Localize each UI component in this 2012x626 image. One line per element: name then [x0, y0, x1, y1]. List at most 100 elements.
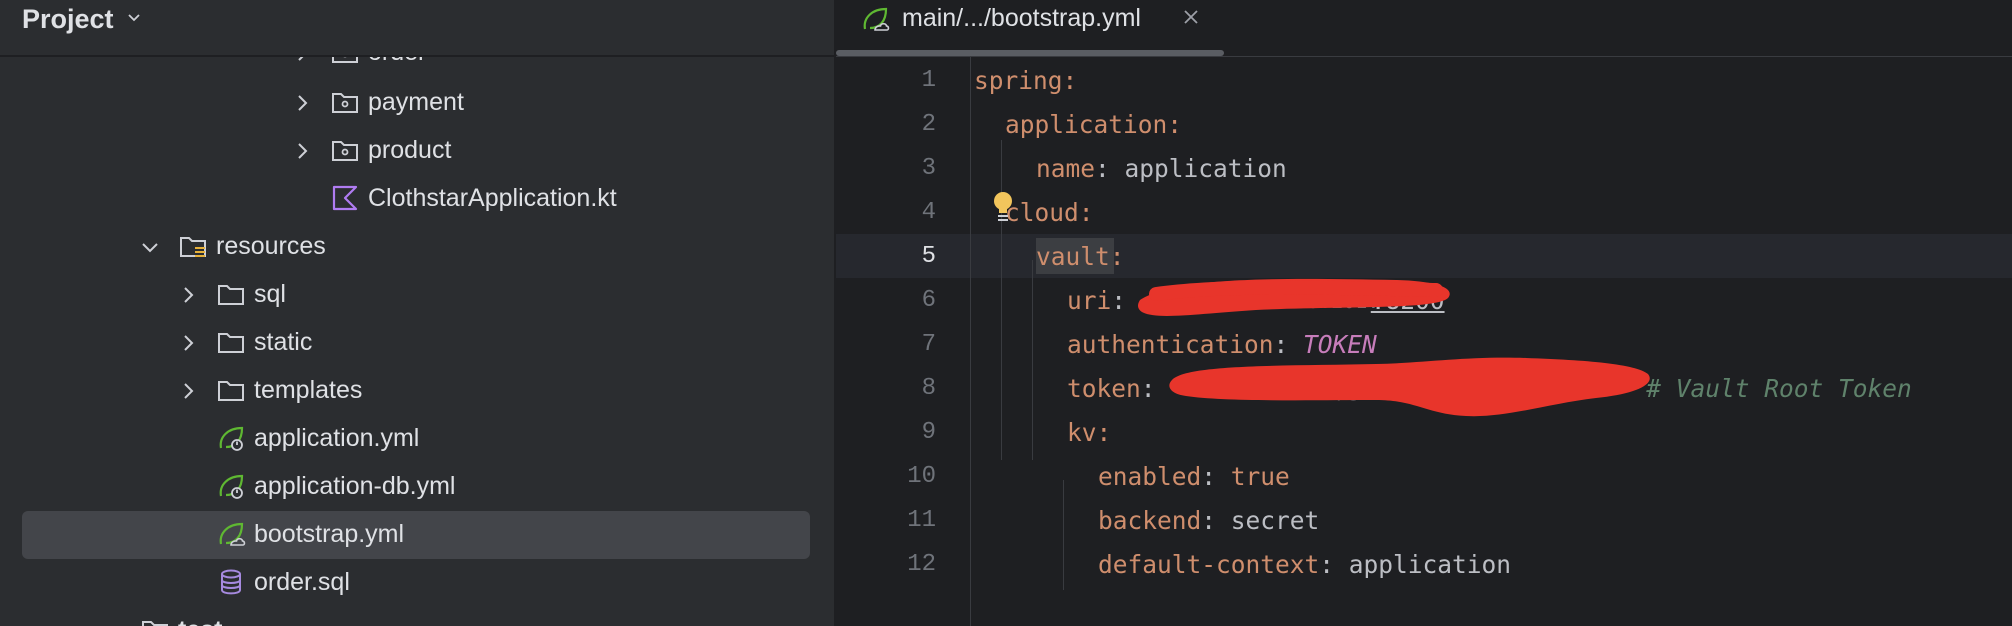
chevron-right-icon[interactable]	[178, 381, 198, 401]
chevron-down-icon[interactable]	[140, 237, 160, 257]
code-line: name: application	[1036, 149, 1287, 189]
tree-item-order-sql[interactable]: order.sql	[22, 559, 810, 607]
line-number: 10	[907, 463, 936, 490]
spring-cloud-yml-icon	[219, 522, 246, 546]
code-line: spring:	[974, 61, 1077, 101]
indent-guide	[1063, 480, 1064, 590]
line-number: 5	[921, 243, 936, 270]
tree-row-clip: order	[0, 57, 834, 80]
tree-item-product[interactable]: product	[22, 127, 810, 175]
code-line: application:	[1005, 105, 1182, 145]
yaml-key: kv	[1067, 418, 1097, 447]
yaml-key: default-context	[1098, 550, 1320, 579]
chevron-down-icon[interactable]	[126, 10, 142, 26]
yaml-colon: :	[1078, 198, 1094, 227]
code-line: default-context: application	[1098, 545, 1511, 585]
line-number: 1	[921, 67, 936, 94]
indent-guide	[1032, 260, 1033, 460]
yaml-colon: :	[1319, 550, 1349, 579]
spring-boot-yml-icon	[219, 474, 244, 499]
folder-icon	[218, 381, 244, 401]
database-file-icon	[221, 569, 241, 595]
tree-item-bootstrap-yml[interactable]: bootstrap.yml	[22, 511, 810, 559]
tree-item-application-db-yml[interactable]: application-db.yml	[22, 463, 810, 511]
yaml-key: backend	[1098, 506, 1202, 535]
tree-item-clothstar-application[interactable]: ClothstarApplication.kt	[22, 175, 810, 223]
yaml-key: uri	[1067, 286, 1112, 315]
tree-item-label: order	[368, 57, 426, 69]
redaction-mark	[1169, 357, 1650, 417]
tree-item-label: application-db.yml	[254, 472, 456, 500]
gutter-separator	[970, 57, 971, 626]
tab-scrollbar[interactable]	[836, 50, 1224, 56]
tree-item-label: bootstrap.yml	[254, 520, 405, 548]
line-number: 9	[921, 419, 936, 446]
yaml-key: name	[1036, 154, 1096, 183]
yaml-colon: :	[1062, 66, 1078, 95]
yaml-colon: :	[1201, 462, 1231, 491]
redaction-mark	[1138, 278, 1450, 316]
project-panel: order payment product ClothstarApplicati…	[0, 0, 834, 626]
package-folder-icon	[332, 141, 358, 161]
line-number: 2	[921, 111, 936, 138]
yaml-colon: :	[1109, 242, 1125, 271]
line-number: 7	[921, 331, 936, 358]
spring-cloud-yml-icon	[863, 7, 890, 31]
yaml-key: enabled	[1098, 462, 1202, 491]
project-title[interactable]: Project	[22, 2, 114, 36]
tree-item-label: resources	[216, 232, 326, 260]
tree-item-label: templates	[254, 376, 363, 404]
tree-item-sql[interactable]: sql	[22, 271, 810, 319]
folder-icon	[218, 285, 244, 305]
yaml-key: application	[1005, 110, 1168, 139]
chevron-down-icon[interactable]	[102, 621, 122, 626]
tree-item-templates[interactable]: templates	[22, 367, 810, 415]
tree-item-label: payment	[368, 88, 464, 116]
package-folder-icon	[332, 93, 358, 113]
chevron-right-icon[interactable]	[178, 333, 198, 353]
resources-folder-icon	[180, 237, 206, 257]
line-number: 4	[921, 199, 936, 226]
line-number: 8	[921, 375, 936, 402]
code-line: backend: secret	[1098, 501, 1319, 541]
kotlin-file-icon	[332, 185, 358, 211]
code-line: kv:	[1067, 413, 1111, 453]
lightbulb-icon[interactable]	[990, 190, 1016, 226]
package-folder-icon	[332, 57, 358, 63]
chevron-right-icon[interactable]	[292, 57, 312, 63]
tree-item-static[interactable]: static	[22, 319, 810, 367]
tree-item-test[interactable]: test	[22, 607, 810, 626]
tree-item-label: test	[178, 613, 222, 626]
yaml-value: true	[1230, 462, 1290, 491]
line-number: 11	[907, 507, 936, 534]
editor: main/.../bootstrap.yml 1 2 3 4 5 6 7 8 9…	[836, 0, 2012, 626]
yaml-colon: :	[1095, 154, 1125, 183]
tree-item-application-yml[interactable]: application.yml	[22, 415, 810, 463]
yaml-value: secret	[1230, 506, 1320, 535]
code-line: cloud:	[1005, 193, 1094, 233]
project-tree: order payment product ClothstarApplicati…	[0, 0, 834, 626]
folder-icon	[142, 621, 168, 626]
yaml-value: application	[1348, 550, 1512, 579]
tree-item-label: sql	[254, 280, 286, 308]
line-number: 6	[921, 287, 936, 314]
yaml-value: application	[1124, 154, 1287, 183]
tree-item-label: static	[254, 328, 313, 356]
close-icon[interactable]	[1182, 8, 1200, 26]
chevron-right-icon[interactable]	[292, 93, 312, 113]
code-line: vault:	[1036, 237, 1125, 277]
line-number: 3	[921, 155, 936, 182]
tree-item-label: product	[368, 136, 452, 164]
folder-icon	[218, 333, 244, 353]
indent-guide	[1001, 140, 1002, 460]
chevron-right-icon[interactable]	[292, 141, 312, 161]
tree-item-payment[interactable]: payment	[22, 79, 810, 127]
tree-item-resources[interactable]: resources	[22, 223, 810, 271]
tree-item-order[interactable]: order	[22, 57, 810, 77]
yaml-colon: :	[1201, 506, 1231, 535]
yaml-key: cloud	[1005, 198, 1079, 227]
spring-boot-yml-icon	[219, 426, 244, 451]
yaml-key: vault	[1036, 242, 1110, 271]
chevron-right-icon[interactable]	[178, 285, 198, 305]
tree-item-label: application.yml	[254, 424, 420, 452]
